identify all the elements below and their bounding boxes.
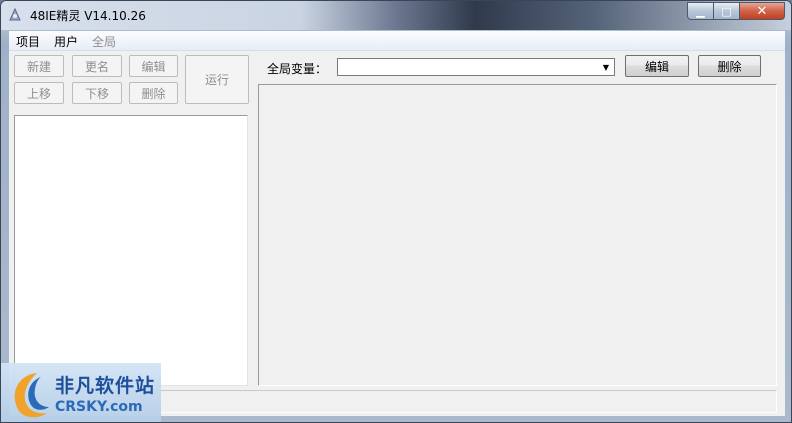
app-window: 48IE精灵 V14.10.26 ▁ □ ✕ 项目 用户 全局 新建 更名 编辑…: [0, 0, 792, 423]
minimize-button[interactable]: ▁: [687, 2, 714, 20]
edit-global-var-button[interactable]: 编辑: [625, 55, 689, 77]
client-area: 项目 用户 全局 新建 更名 编辑 上移 下移 删除 运行 全局变量： ▼ 编辑…: [9, 31, 785, 416]
new-project-button[interactable]: 新建: [14, 55, 64, 77]
maximize-button[interactable]: □: [714, 2, 740, 20]
close-button[interactable]: ✕: [740, 2, 785, 20]
maximize-icon: □: [721, 4, 732, 18]
move-up-button[interactable]: 上移: [14, 82, 64, 104]
close-icon: ✕: [756, 3, 768, 19]
menu-project[interactable]: 项目: [16, 33, 40, 50]
move-down-button[interactable]: 下移: [72, 82, 122, 104]
caption-buttons: ▁ □ ✕: [687, 2, 785, 21]
minimize-icon: ▁: [696, 4, 705, 18]
global-vars-select[interactable]: ▼: [337, 58, 615, 76]
title-bar[interactable]: 48IE精灵 V14.10.26 ▁ □ ✕: [1, 1, 791, 30]
watermark-cn-text: 非凡软件站: [55, 375, 156, 397]
rename-project-button[interactable]: 更名: [72, 55, 122, 77]
menu-bar: 项目 用户 全局: [9, 31, 785, 51]
watermark-en-text: CRSKY.com: [55, 399, 143, 415]
delete-global-var-button[interactable]: 删除: [698, 55, 761, 77]
global-vars-panel: [258, 84, 777, 386]
project-list[interactable]: [14, 115, 248, 386]
chevron-down-icon[interactable]: ▼: [599, 60, 613, 74]
run-button[interactable]: 运行: [185, 55, 249, 104]
delete-project-button[interactable]: 删除: [129, 82, 178, 104]
watermark: 非凡软件站 CRSKY.com: [1, 363, 161, 422]
menu-global[interactable]: 全局: [92, 33, 116, 50]
menu-user[interactable]: 用户: [54, 33, 78, 50]
global-vars-label: 全局变量：: [267, 62, 328, 76]
crsky-logo-icon: [14, 373, 49, 418]
window-title: 48IE精灵 V14.10.26: [30, 9, 146, 23]
app-icon: [9, 7, 21, 21]
edit-project-button[interactable]: 编辑: [129, 55, 178, 77]
